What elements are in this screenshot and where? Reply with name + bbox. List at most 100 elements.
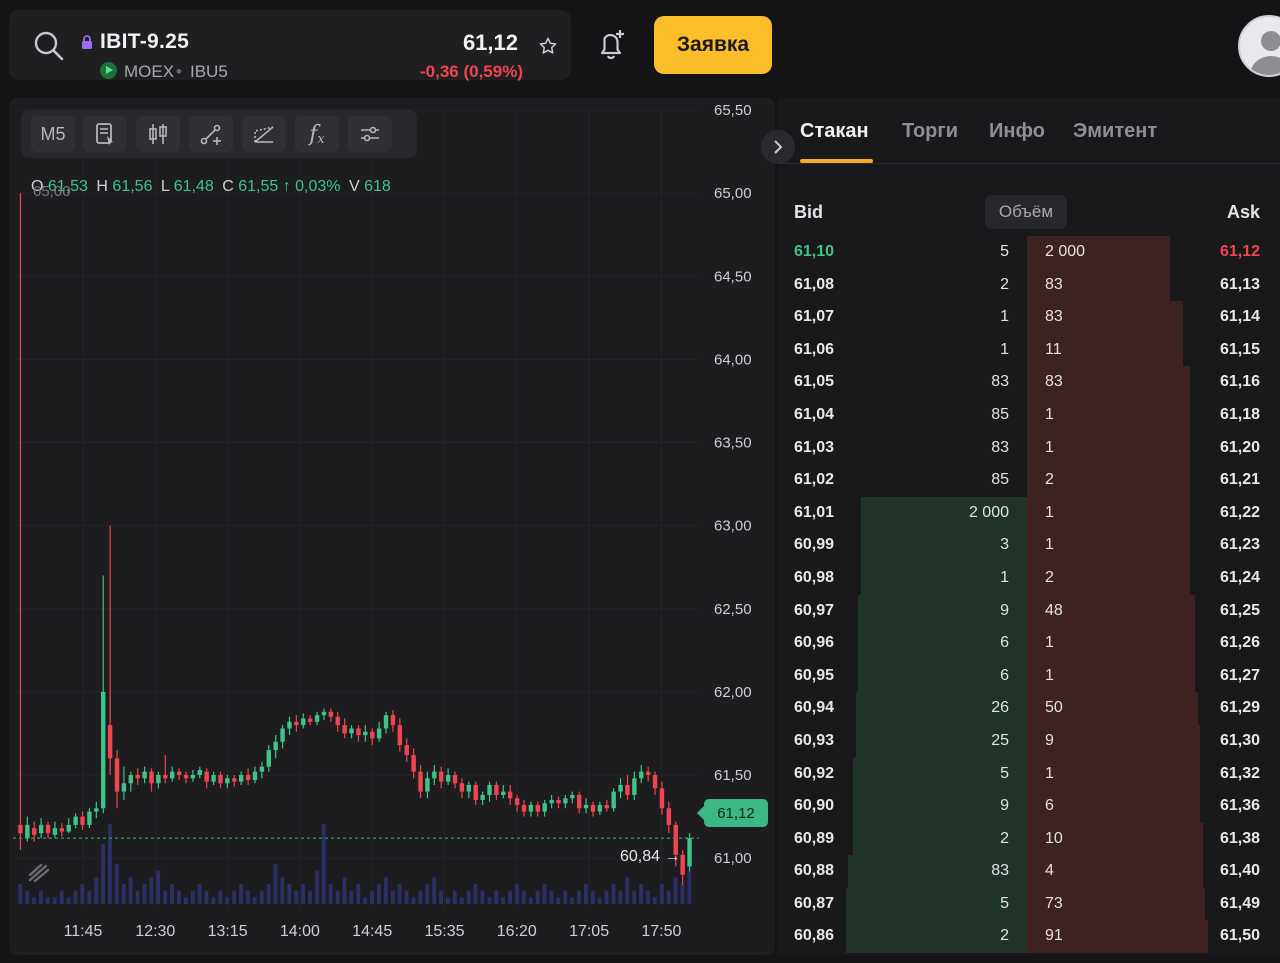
volume-bar [259,890,264,904]
volume-toggle[interactable]: Объём [985,195,1067,229]
book-row[interactable]: 60,89 2 10 61,38 [778,822,1280,856]
volume-bar [52,897,57,904]
volume-bar [659,884,664,904]
template-icon[interactable] [83,116,127,152]
candle-body [583,804,589,809]
book-row[interactable]: 61,04 85 1 61,18 [778,398,1280,432]
volume-bar [280,877,285,904]
search-icon[interactable] [33,30,65,62]
candle-body [445,775,451,782]
volume-bar [687,870,692,904]
book-row[interactable]: 61,07 1 83 61,14 [778,301,1280,334]
ask-price: 61,12 [1219,243,1260,260]
candle-body [294,721,299,726]
ask-price: 61,49 [1219,894,1260,912]
book-row[interactable]: 60,98 1 2 61,24 [778,561,1280,595]
candle-body [687,838,692,867]
ask-price: 61,18 [1219,405,1260,423]
tab-orderbook[interactable]: Стакан [800,120,869,143]
book-row[interactable]: 61,05 83 83 61,16 [778,366,1280,399]
x-tick-label: 13:15 [208,923,248,940]
volume-bar [418,890,423,904]
volume-bar [680,884,685,904]
tab-trades[interactable]: Торги [902,120,958,143]
candle-body [232,778,237,782]
volume-bar [121,884,126,904]
ask-volume: 6 [1045,797,1054,815]
volume-bar [411,897,416,904]
avatar[interactable] [1238,15,1280,77]
volume-bar [211,897,216,904]
candle-body [211,775,216,782]
candle-body [156,775,161,784]
trendline-icon[interactable] [189,116,233,152]
candle-body [494,784,499,795]
ask-price: 61,50 [1219,927,1260,945]
timeframe-button[interactable]: M5 [31,116,75,152]
tab-info[interactable]: Инфо [989,120,1045,143]
price-change: -0,36 (0,59%) [420,62,523,81]
volume-bar [404,890,409,904]
bid-volume: 26 [991,699,1009,717]
book-row[interactable]: 60,93 25 9 61,30 [778,724,1280,758]
pattern-icon[interactable] [242,116,286,152]
candle-body [225,778,230,784]
candle-body [542,803,547,812]
book-row[interactable]: 60,87 5 73 61,49 [778,887,1280,921]
y-tick-label: 64,00 [714,351,752,368]
candle-body [645,771,651,775]
tab-issuer[interactable]: Эмитент [1073,120,1157,143]
instrument-card[interactable]: IBIT-9.25 MOEX • IBU5 61,12 -0,36 (0,59%… [9,10,571,81]
book-row[interactable]: 60,95 6 1 61,27 [778,659,1280,693]
star-icon[interactable] [538,36,558,56]
ask-volume: 2 000 [1045,243,1086,260]
bid-price: 60,95 [794,666,835,684]
book-row[interactable]: 61,10 5 2 000 61,12 [778,236,1280,269]
candle-type-icon[interactable] [136,116,180,152]
candle-body [314,715,320,722]
candle-body [597,804,603,812]
book-row[interactable]: 61,02 85 2 61,21 [778,464,1280,497]
volume-bar [452,890,457,904]
function-icon[interactable]: 𝑓x [295,116,339,152]
bid-volume: 5 [1000,764,1009,782]
book-row[interactable]: 61,08 2 83 61,13 [778,268,1280,302]
book-row[interactable]: 60,92 5 1 61,32 [778,757,1280,791]
book-row[interactable]: 60,97 9 48 61,25 [778,594,1280,628]
x-tick-label: 16:20 [497,923,537,940]
bid-price: 60,96 [794,634,835,652]
order-button[interactable]: Заявка [654,16,772,74]
volume-bar [383,877,388,904]
volume-bar [515,884,519,904]
book-row[interactable]: 60,88 83 4 61,40 [778,855,1280,888]
book-row[interactable]: 61,01 2 000 1 61,22 [778,496,1280,530]
book-row[interactable]: 60,86 2 91 61,50 [778,920,1280,954]
bid-price: 60,87 [794,894,835,912]
candle-body [570,794,575,799]
bell-plus-icon[interactable] [596,28,628,62]
bid-volume: 2 [1000,829,1009,847]
candle-body [611,791,616,809]
book-row[interactable]: 60,96 6 1 61,26 [778,627,1280,660]
book-row[interactable]: 60,99 3 1 61,23 [778,529,1280,562]
settings-sliders-icon[interactable] [348,116,392,152]
book-row[interactable]: 60,90 9 6 61,36 [778,790,1280,823]
book-row[interactable]: 60,94 26 50 61,29 [778,692,1280,725]
chart-toolbar: M5 𝑓x [21,110,417,158]
price-chart[interactable]: 65,50 65,00 64,50 64,00 63,50 63,00 62,50 62,00… [9,98,775,955]
candle-body [618,784,623,792]
volume-bar [501,897,506,904]
collapse-panel-button[interactable] [761,130,795,164]
y-tick-label: 62,00 [714,684,752,701]
candle-body [514,798,520,805]
chart-panel[interactable]: 65,50 65,00 64,50 64,00 63,50 63,00 62,50 62,00… [9,98,775,955]
book-row[interactable]: 61,03 83 1 61,20 [778,431,1280,465]
ask-volume: 2 [1045,471,1054,489]
book-row[interactable]: 61,06 1 11 61,15 [778,333,1280,367]
volume-bar [94,877,99,904]
session-low-label: 60,84 → [620,848,681,865]
ask-price: 61,40 [1219,862,1260,880]
volume-bar [597,897,602,904]
bid-volume: 6 [1000,634,1009,652]
volume-bar [563,890,568,904]
